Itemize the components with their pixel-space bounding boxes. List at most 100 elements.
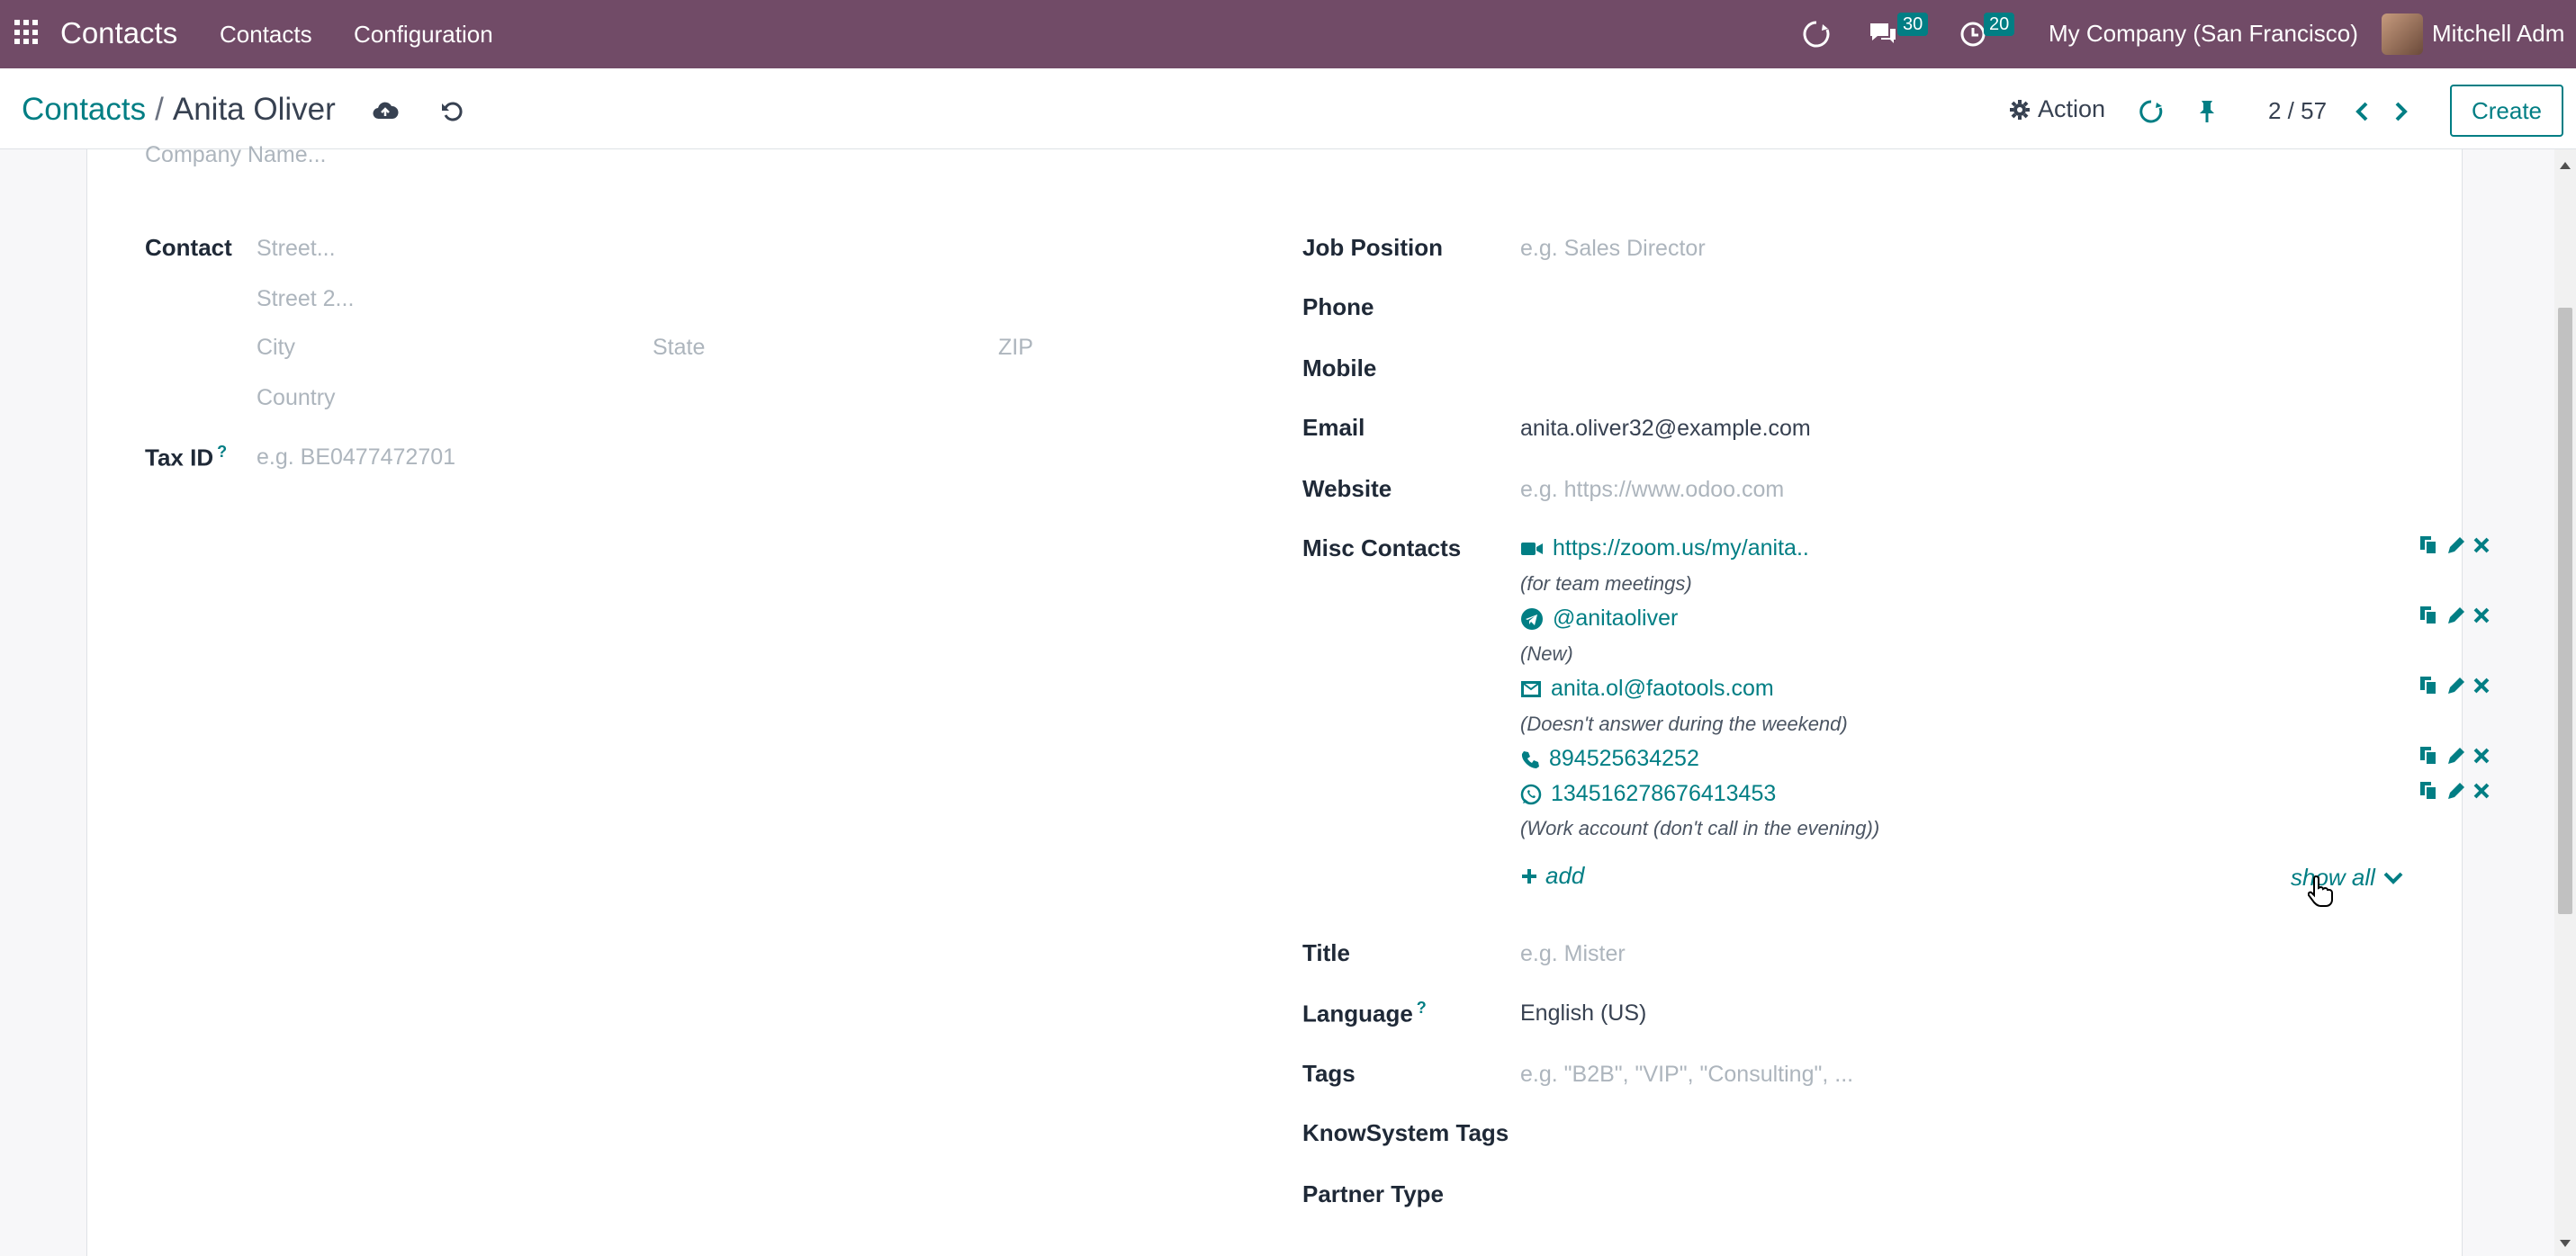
- misc-contacts-label: Misc Contacts: [1302, 534, 1462, 561]
- whatsapp-icon: [1520, 784, 1542, 804]
- job-position-input[interactable]: e.g. Sales Director: [1520, 236, 1706, 262]
- copy-icon[interactable]: [2418, 675, 2438, 696]
- phone-icon: [1521, 750, 1539, 768]
- delete-x-icon[interactable]: [2472, 605, 2490, 626]
- misc-contact-note: (for team meetings): [1520, 572, 1692, 595]
- misc-contact-whatsapp[interactable]: 134516278676413453: [1520, 781, 1776, 807]
- tags-input[interactable]: e.g. "B2B", "VIP", "Consulting", ...: [1520, 1062, 1853, 1088]
- misc-contact-note: (Doesn't answer during the weekend): [1520, 713, 1848, 735]
- zip-input[interactable]: ZIP: [998, 335, 1033, 361]
- tax-id-input[interactable]: e.g. BE0477472701: [257, 444, 455, 471]
- scroll-up-arrow[interactable]: [2560, 162, 2571, 169]
- delete-x-icon[interactable]: [2472, 780, 2490, 802]
- sync-icon[interactable]: [2135, 95, 2167, 128]
- language-select[interactable]: English (US): [1520, 1000, 1646, 1027]
- misc-contact-actions: [2418, 605, 2490, 626]
- telegram-icon: [1521, 607, 1543, 630]
- title-input[interactable]: e.g. Mister: [1520, 941, 1626, 967]
- phone-label: Phone: [1302, 293, 1374, 320]
- pager-next-icon[interactable]: [2385, 95, 2418, 128]
- discard-undo-icon[interactable]: [436, 95, 468, 128]
- vertical-scrollbar[interactable]: [2554, 149, 2576, 1256]
- delete-x-icon[interactable]: [2472, 675, 2490, 696]
- breadcrumb-separator: /: [155, 92, 164, 127]
- delete-x-icon[interactable]: [2472, 745, 2490, 767]
- company-switcher[interactable]: My Company (San Francisco): [2049, 20, 2358, 48]
- copy-icon[interactable]: [2418, 780, 2438, 802]
- gear-icon: [2010, 99, 2030, 120]
- action-label: Action: [2038, 95, 2106, 122]
- edit-pencil-icon[interactable]: [2445, 780, 2465, 802]
- misc-contact-actions: [2418, 534, 2490, 556]
- street2-input[interactable]: Street 2...: [257, 286, 354, 312]
- company-name-input[interactable]: Company Name...: [145, 142, 326, 168]
- nav-contacts[interactable]: Contacts: [220, 21, 312, 49]
- misc-contact-phone[interactable]: 894525634252: [1520, 746, 1699, 772]
- add-misc-contact-button[interactable]: add: [1520, 862, 1584, 890]
- user-avatar[interactable]: [2382, 13, 2423, 55]
- language-help-icon[interactable]: ?: [1417, 999, 1427, 1017]
- misc-contact-zoom[interactable]: https://zoom.us/my/anita..: [1520, 535, 1809, 561]
- pin-icon[interactable]: [2191, 95, 2223, 128]
- state-input[interactable]: State: [653, 335, 705, 361]
- country-input[interactable]: Country: [257, 385, 336, 411]
- edit-pencil-icon[interactable]: [2445, 605, 2465, 626]
- scroll-thumb[interactable]: [2558, 308, 2572, 914]
- messages-badge: 30: [1897, 13, 1929, 36]
- knowsystem-tags-label: KnowSystem Tags: [1302, 1119, 1509, 1146]
- title-label: Title: [1302, 939, 1350, 966]
- misc-contact-telegram[interactable]: @anitaoliver: [1520, 606, 1678, 632]
- save-cloud-icon[interactable]: [369, 95, 401, 128]
- copy-icon[interactable]: [2418, 534, 2438, 556]
- form-sheet: Company Name... Contact Street... Street…: [86, 142, 2490, 1256]
- edit-pencil-icon[interactable]: [2445, 675, 2465, 696]
- misc-contact-actions: [2418, 745, 2490, 767]
- contact-label: Contact: [145, 234, 232, 261]
- action-menu-button[interactable]: Action: [2009, 95, 2105, 123]
- create-button[interactable]: Create: [2450, 85, 2563, 137]
- scroll-down-arrow[interactable]: [2560, 1240, 2571, 1247]
- activities-badge: 20: [1984, 13, 2015, 36]
- job-position-label: Job Position: [1302, 234, 1443, 261]
- misc-contact-actions: [2418, 675, 2490, 696]
- delete-x-icon[interactable]: [2472, 534, 2490, 556]
- city-input[interactable]: City: [257, 335, 295, 361]
- email-label: Email: [1302, 414, 1365, 441]
- plus-icon: [1522, 868, 1536, 884]
- tags-label: Tags: [1302, 1060, 1356, 1087]
- website-label: Website: [1302, 475, 1392, 502]
- pager-previous-icon[interactable]: [2346, 95, 2378, 128]
- partner-type-label: Partner Type: [1302, 1180, 1445, 1207]
- edit-pencil-icon[interactable]: [2445, 534, 2465, 556]
- top-navbar: Contacts Contacts Configuration 30 20 My…: [0, 0, 2576, 68]
- hand-cursor-icon: [2308, 875, 2333, 907]
- app-brand[interactable]: Contacts: [60, 16, 177, 50]
- website-input[interactable]: e.g. https://www.odoo.com: [1520, 477, 1784, 503]
- breadcrumb-contacts[interactable]: Contacts: [22, 92, 146, 127]
- messages-icon[interactable]: [1865, 16, 1901, 52]
- misc-contact-actions: [2418, 780, 2490, 802]
- copy-icon[interactable]: [2418, 745, 2438, 767]
- envelope-icon: [1521, 680, 1541, 697]
- misc-contact-email[interactable]: anita.ol@faotools.com: [1520, 676, 1774, 702]
- apps-menu-icon[interactable]: [14, 20, 40, 45]
- breadcrumb: Contacts / Anita Oliver: [22, 92, 336, 128]
- record-name: Anita Oliver: [172, 92, 336, 127]
- pager-value[interactable]: 2 / 57: [2268, 97, 2327, 125]
- control-panel: Contacts / Anita Oliver Action 2 / 57 Crea…: [0, 68, 2576, 149]
- tax-id-help-icon[interactable]: ?: [217, 443, 227, 461]
- tax-id-label: Tax ID?: [145, 443, 228, 471]
- video-icon: [1521, 542, 1543, 555]
- street-input[interactable]: Street...: [257, 236, 336, 262]
- misc-contact-note: (Work account (don't call in the evening…: [1520, 817, 1880, 839]
- user-menu[interactable]: Mitchell Adm: [2432, 20, 2564, 48]
- email-input[interactable]: anita.oliver32@example.com: [1520, 416, 1811, 442]
- language-label: Language?: [1302, 999, 1427, 1027]
- chevron-down-icon: [2383, 872, 2403, 884]
- discuss-sync-icon[interactable]: [1798, 16, 1834, 52]
- edit-pencil-icon[interactable]: [2445, 745, 2465, 767]
- copy-icon[interactable]: [2418, 605, 2438, 626]
- mobile-label: Mobile: [1302, 354, 1377, 381]
- misc-contact-note: (New): [1520, 642, 1573, 665]
- nav-configuration[interactable]: Configuration: [354, 21, 493, 49]
